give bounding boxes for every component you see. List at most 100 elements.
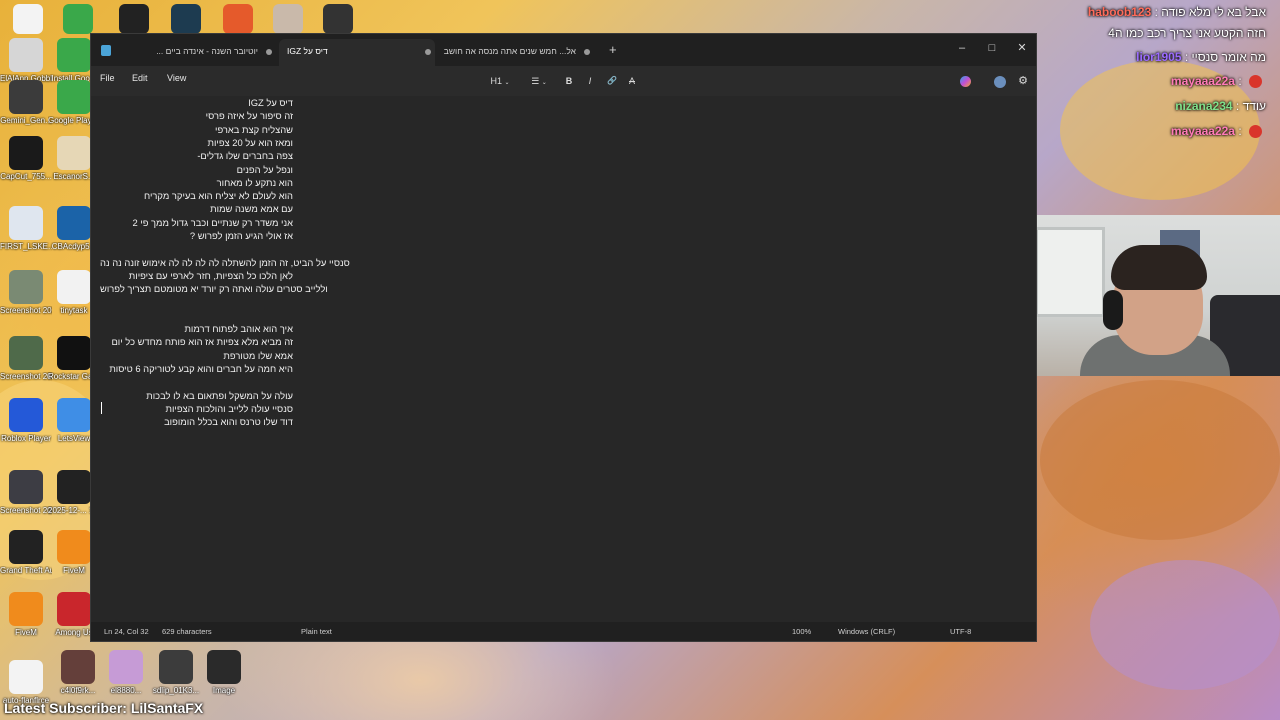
text-line: זה סיפור על איזה פרסי bbox=[205, 110, 293, 122]
zoom-level[interactable]: 100% bbox=[792, 627, 811, 636]
emote-icon bbox=[1249, 125, 1262, 139]
account-avatar-icon[interactable] bbox=[991, 72, 1009, 90]
chat-username: mayaaa22a bbox=[1170, 124, 1235, 138]
desktop-icon[interactable]: FIRST_LSKE... bbox=[0, 206, 52, 252]
text-caret bbox=[101, 402, 102, 414]
desktop-icon[interactable] bbox=[312, 4, 364, 34]
chat-message: : mayaaa22a bbox=[1170, 124, 1266, 139]
window-frame bbox=[1035, 227, 1105, 317]
text-line: דוד שלו טרנס והוא בכלל הומופוב bbox=[164, 416, 293, 428]
text-line: צפה בחברים שלו גדלים- bbox=[197, 150, 293, 162]
maximize-button[interactable]: □ bbox=[978, 38, 1006, 58]
desktop-icon-label: Screenshot 2025-10-... bbox=[0, 372, 52, 381]
desktop-icon[interactable] bbox=[2, 4, 54, 34]
desktop-icon[interactable]: c4l0f9rk... bbox=[52, 650, 104, 696]
unsaved-dot-icon[interactable] bbox=[266, 49, 272, 55]
text-line: עולה על המשקל ופתאום בא לו לבכות bbox=[146, 389, 293, 401]
background-shape bbox=[1040, 380, 1280, 540]
desktop-icon[interactable]: Screenshot 2025-1-1... bbox=[0, 470, 52, 516]
desktop-icon-label: CapCut_755... bbox=[0, 172, 52, 181]
text-line: היא חמה על חברים והוא קבע לטוריקה 6 טיסו… bbox=[109, 363, 293, 374]
headphones bbox=[1103, 290, 1123, 330]
desktop-icon[interactable]: ElAlAnn Gobblemo.. bbox=[0, 38, 52, 84]
menu-bar: File Edit View H1 ⌄ ☰ ⌄ B I 🔗 A ⚙ bbox=[91, 66, 1036, 96]
desktop-icon[interactable] bbox=[212, 4, 264, 34]
desktop-icon[interactable]: Image bbox=[198, 650, 250, 696]
person-hair bbox=[1111, 245, 1207, 290]
cursor-position: Ln 24, Col 32 bbox=[104, 627, 149, 636]
desktop-icon[interactable]: Screenshot 2025-10-... bbox=[0, 336, 52, 382]
desktop-icon-label: sdlip_01K3... bbox=[152, 686, 200, 695]
text-line: ונפל על הפנים bbox=[236, 163, 293, 175]
unsaved-dot-icon[interactable] bbox=[584, 49, 590, 55]
app-tile-icon bbox=[9, 660, 43, 694]
menu-file[interactable]: File bbox=[100, 73, 115, 83]
copilot-icon[interactable] bbox=[954, 72, 976, 90]
clear-format-icon[interactable]: A bbox=[624, 72, 640, 90]
chat-text: מה אומר סנסיי : bbox=[1181, 50, 1266, 64]
link-icon[interactable]: 🔗 bbox=[603, 72, 621, 90]
app-tile-icon bbox=[57, 470, 91, 504]
line-ending[interactable]: Windows (CRLF) bbox=[838, 627, 895, 636]
menu-edit[interactable]: Edit bbox=[132, 73, 148, 83]
app-tile-icon bbox=[9, 206, 43, 240]
desktop-icon-label: c4l0f9rk... bbox=[60, 686, 96, 695]
chat-message: מה אומר סנסיי : lior1905 bbox=[1136, 50, 1266, 64]
desktop-icon[interactable]: sdlip_01K3... bbox=[150, 650, 202, 696]
unsaved-dot-icon[interactable] bbox=[425, 49, 431, 55]
desktop-icon[interactable] bbox=[108, 4, 160, 34]
desktop-icon[interactable] bbox=[52, 4, 104, 34]
chevron-down-icon: ⌄ bbox=[504, 80, 510, 86]
app-tile-icon bbox=[13, 4, 43, 34]
chat-text: עודד : bbox=[1232, 99, 1266, 113]
menu-view[interactable]: View bbox=[167, 73, 186, 83]
chat-message: אבל בא לי מלא פודה : haboob123 bbox=[1088, 5, 1266, 19]
chat-message: : mayaaa22a bbox=[1171, 74, 1266, 89]
bold-button[interactable]: B bbox=[561, 72, 577, 90]
chat-text: : bbox=[1234, 124, 1245, 138]
tab-2-active[interactable]: דיס על IGZ bbox=[279, 39, 435, 66]
minimize-button[interactable]: – bbox=[948, 38, 976, 58]
app-tile-icon bbox=[9, 336, 43, 370]
character-count: 629 characters bbox=[162, 627, 212, 636]
desktop-icon[interactable]: CapCut_755... bbox=[0, 136, 52, 182]
desktop-icon[interactable] bbox=[160, 4, 212, 34]
italic-button[interactable]: I bbox=[582, 72, 598, 90]
desktop-icon-label: el8880... bbox=[110, 686, 142, 695]
app-tile-icon bbox=[57, 38, 91, 72]
app-tile-icon bbox=[207, 650, 241, 684]
chat-username: haboob123 bbox=[1087, 5, 1152, 19]
app-tile-icon bbox=[9, 38, 43, 72]
app-tile-icon bbox=[57, 80, 91, 114]
app-tile-icon bbox=[323, 4, 353, 34]
desktop-icon[interactable]: FiveM bbox=[0, 592, 52, 638]
text-line: עם אמא משנה שמות bbox=[210, 203, 293, 215]
webcam-feed bbox=[995, 215, 1280, 376]
text-editor[interactable]: דיס על IGZ זה סיפור על איזה פרסי שהצליח קצ… bbox=[91, 96, 1036, 624]
desktop-icon[interactable]: Roblox Player bbox=[0, 398, 52, 444]
chevron-down-icon: ⌄ bbox=[541, 80, 547, 86]
app-tile-icon bbox=[9, 530, 43, 564]
list-dropdown[interactable]: ☰ ⌄ bbox=[526, 72, 552, 90]
desktop-icon[interactable]: Gemini_Gen... bbox=[0, 80, 52, 126]
text-line: הוא לעולם לא יצליח הוא בעיקר מקריח bbox=[144, 190, 293, 202]
encoding[interactable]: UTF-8 bbox=[950, 627, 971, 636]
heading-dropdown[interactable]: H1 ⌄ bbox=[487, 72, 513, 90]
settings-gear-icon[interactable]: ⚙ bbox=[1015, 72, 1031, 90]
text-line: סנסיי עולה ללייב והולכות הצפיות bbox=[165, 402, 293, 414]
close-button[interactable]: ✕ bbox=[1008, 38, 1036, 58]
desktop-icon[interactable]: el8880... bbox=[100, 650, 152, 696]
app-tile-icon bbox=[57, 270, 91, 304]
desktop-icon[interactable] bbox=[262, 4, 314, 34]
app-tile-icon bbox=[159, 650, 193, 684]
text-format[interactable]: Plain text bbox=[301, 627, 332, 636]
text-line: איך הוא אוהב לפתוח דרמות bbox=[184, 323, 293, 335]
text-line: דיס על IGZ bbox=[248, 97, 293, 108]
desktop-icon[interactable]: Screenshot 2025-10-... bbox=[0, 270, 52, 316]
tab-3[interactable]: אל... חמש שנים אתה מנסה אה חושב bbox=[441, 39, 596, 66]
tab-1[interactable]: יוטיובר השנה - אינדה ביים ... bbox=[121, 39, 276, 66]
desktop-icon-label: Gemini_Gen... bbox=[0, 116, 52, 125]
new-tab-button[interactable]: + bbox=[609, 42, 617, 57]
desktop-icon[interactable]: Grand Theft Auto V bbox=[0, 530, 52, 576]
desktop-icon-label: Roblox Player bbox=[1, 434, 51, 443]
